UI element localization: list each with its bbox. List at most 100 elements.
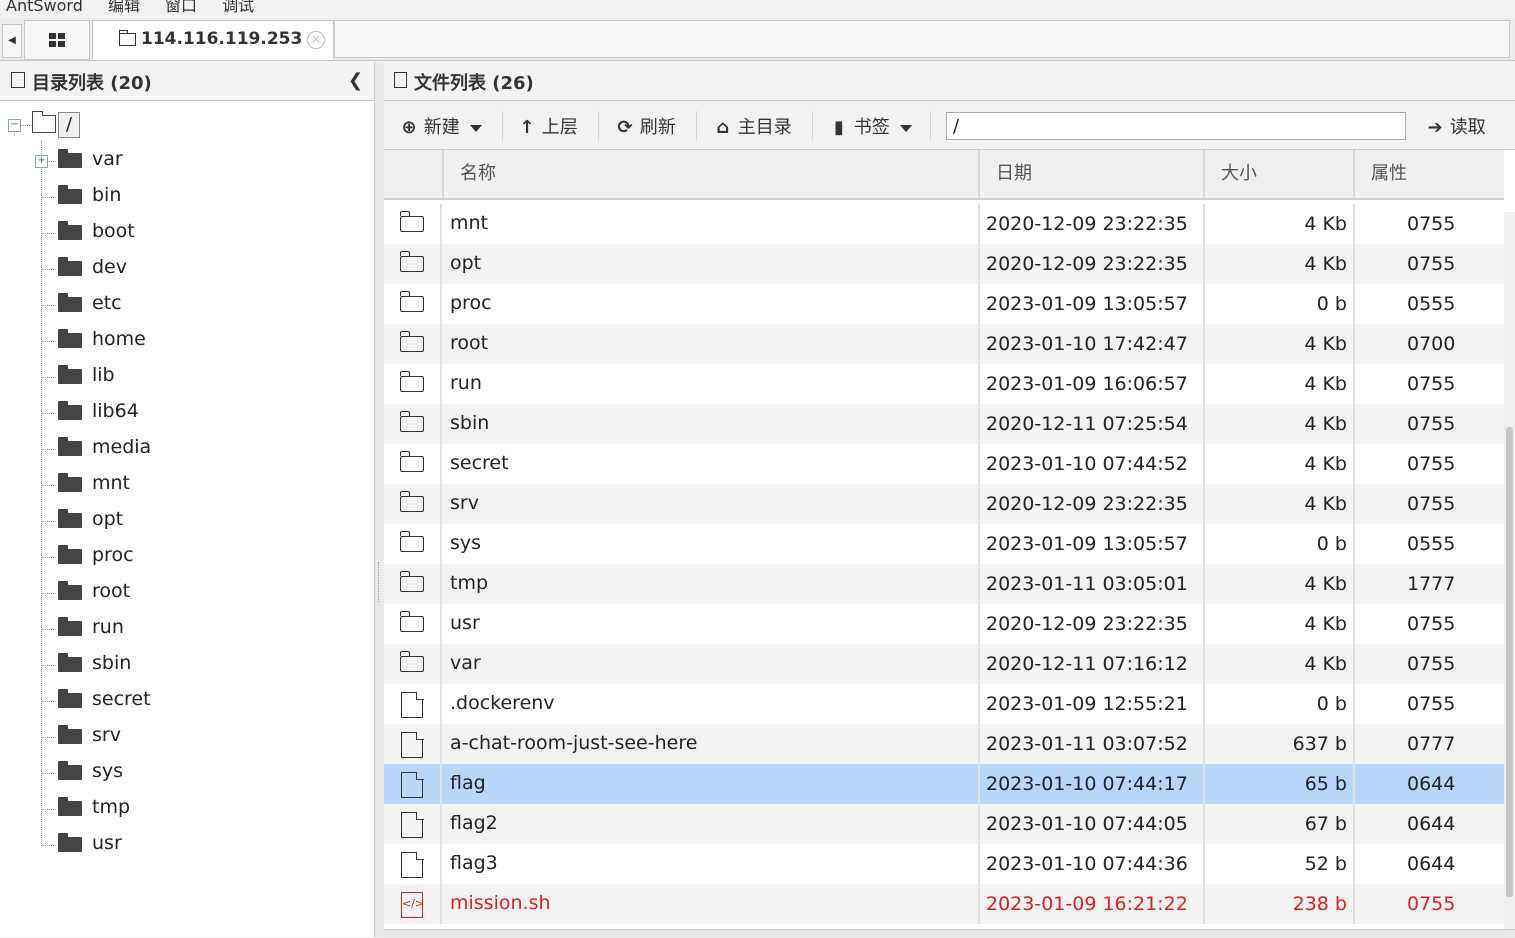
folder-icon xyxy=(58,185,82,204)
collapse-panel-icon[interactable]: ❮ xyxy=(348,70,363,91)
bookmark-button[interactable]: ▮ 书签 xyxy=(830,113,912,139)
folder-icon xyxy=(58,473,82,492)
tree-item-label: sbin xyxy=(92,652,132,674)
menu-item-debug[interactable]: 调试 xyxy=(222,0,254,16)
folder-icon xyxy=(399,331,424,352)
file-date: 2020-12-09 23:22:35 xyxy=(978,244,1203,284)
file-size: 4 Kb xyxy=(1203,324,1353,364)
file-date: 2023-01-09 13:05:57 xyxy=(978,524,1203,564)
file-attr: 0755 xyxy=(1353,604,1504,644)
file-name: mnt xyxy=(450,212,488,234)
file-name: proc xyxy=(450,292,492,314)
tree-item-label: media xyxy=(92,436,152,458)
file-row[interactable]: .dockerenv 2023-01-09 12:55:21 0 b 0755 xyxy=(384,684,1504,724)
file-panel-title: 文件列表 (26) xyxy=(414,73,534,94)
file-date: 2023-01-11 03:05:01 xyxy=(978,564,1203,604)
file-attr: 0755 xyxy=(1353,644,1504,684)
file-name: var xyxy=(450,652,481,674)
file-date: 2023-01-09 16:06:57 xyxy=(978,364,1203,404)
panel-splitter[interactable] xyxy=(375,62,384,937)
folder-icon xyxy=(58,509,82,528)
chevron-down-icon xyxy=(469,124,482,132)
arrow-up-icon: ↑ xyxy=(519,117,535,138)
file-size: 0 b xyxy=(1203,684,1353,724)
column-size[interactable]: 大小 xyxy=(1203,150,1353,198)
file-name: flag2 xyxy=(450,812,498,834)
folder-icon xyxy=(399,211,424,232)
scrollbar[interactable] xyxy=(1504,212,1515,937)
folder-icon xyxy=(399,411,424,432)
tree-item-label: root xyxy=(92,580,131,602)
file-icon xyxy=(401,771,424,798)
code-file-icon: </> xyxy=(401,892,424,918)
file-attr: 0755 xyxy=(1353,484,1504,524)
up-button[interactable]: ↑ 上层 xyxy=(518,113,577,139)
file-row[interactable]: srv 2020-12-09 23:22:35 4 Kb 0755 xyxy=(384,484,1504,524)
folder-icon xyxy=(58,545,82,564)
tab-scroll-left-button[interactable]: ◀ xyxy=(2,24,22,58)
file-name: mission.sh xyxy=(450,892,551,914)
file-date: 2023-01-10 07:44:17 xyxy=(978,764,1203,804)
file-row[interactable]: </> mission.sh 2023-01-09 16:21:22 238 b 075… xyxy=(384,884,1504,924)
file-row[interactable]: usr 2020-12-09 23:22:35 4 Kb 0755 xyxy=(384,604,1504,644)
file-row[interactable]: a-chat-room-just-see-here 2023-01-11 03:0… xyxy=(384,724,1504,764)
file-size: 4 Kb xyxy=(1203,644,1353,684)
tab-home[interactable] xyxy=(24,20,90,60)
tree-expand-toggle[interactable]: + xyxy=(35,155,48,168)
file-attr: 0755 xyxy=(1353,684,1504,724)
file-row[interactable]: opt 2020-12-09 23:22:35 4 Kb 0755 xyxy=(384,244,1504,284)
tree-item-label: var xyxy=(92,148,123,170)
tree-item-label: boot xyxy=(92,220,135,242)
file-icon xyxy=(401,851,424,878)
file-date: 2023-01-09 13:05:57 xyxy=(978,284,1203,324)
file-attr: 0755 xyxy=(1353,404,1504,444)
file-row[interactable]: sbin 2020-12-11 07:25:54 4 Kb 0755 xyxy=(384,404,1504,444)
column-name[interactable]: 名称 xyxy=(442,150,978,198)
file-row[interactable]: sys 2023-01-09 13:05:57 0 b 0555 xyxy=(384,524,1504,564)
new-button[interactable]: ⊕ 新建 xyxy=(400,113,482,139)
tree-item-label: mnt xyxy=(92,472,130,494)
file-name: root xyxy=(450,332,489,354)
folder-icon xyxy=(58,761,82,780)
file-date: 2023-01-11 03:07:52 xyxy=(978,724,1203,764)
file-row[interactable]: var 2020-12-11 07:16:12 4 Kb 0755 xyxy=(384,644,1504,684)
tree-item-label: home xyxy=(92,328,146,350)
folder-icon xyxy=(399,291,424,312)
tree-item-label: lib xyxy=(92,364,115,386)
file-date: 2020-12-09 23:22:35 xyxy=(978,204,1203,244)
path-input[interactable]: / xyxy=(946,112,1406,140)
file-row[interactable]: flag 2023-01-10 07:44:17 65 b 0644 xyxy=(384,764,1504,804)
file-date: 2020-12-11 07:16:12 xyxy=(978,644,1203,684)
read-button[interactable]: ➔ 读取 xyxy=(1426,113,1485,139)
file-size: 65 b xyxy=(1203,764,1353,804)
file-row[interactable]: run 2023-01-09 16:06:57 4 Kb 0755 xyxy=(384,364,1504,404)
file-row[interactable]: mnt 2020-12-09 23:22:35 4 Kb 0755 xyxy=(384,204,1504,244)
close-tab-icon[interactable]: × xyxy=(307,31,325,49)
file-row[interactable]: flag2 2023-01-10 07:44:05 67 b 0644 xyxy=(384,804,1504,844)
file-row[interactable]: proc 2023-01-09 13:05:57 0 b 0555 xyxy=(384,284,1504,324)
file-attr: 0555 xyxy=(1353,284,1504,324)
tree-root[interactable]: / xyxy=(58,112,80,138)
tab-host[interactable]: 114.116.119.253 × xyxy=(92,20,334,60)
file-row[interactable]: secret 2023-01-10 07:44:52 4 Kb 0755 xyxy=(384,444,1504,484)
tree-item-label: sys xyxy=(92,760,124,782)
column-date[interactable]: 日期 xyxy=(978,150,1203,198)
file-date: 2023-01-09 16:21:22 xyxy=(978,884,1203,924)
scrollbar-thumb[interactable] xyxy=(1506,427,1513,897)
file-panel-header: 文件列表 (26) xyxy=(384,62,1515,101)
menu-item-app[interactable]: AntSword xyxy=(6,0,83,15)
column-attr[interactable]: 属性 xyxy=(1353,150,1504,198)
file-size: 4 Kb xyxy=(1203,564,1353,604)
file-row[interactable]: flag3 2023-01-10 07:44:36 52 b 0644 xyxy=(384,844,1504,884)
menu-item-edit[interactable]: 编辑 xyxy=(108,0,140,16)
folder-icon xyxy=(399,611,424,632)
file-name: a-chat-room-just-see-here xyxy=(450,732,698,754)
menu-item-window[interactable]: 窗口 xyxy=(165,0,197,16)
file-row[interactable]: tmp 2023-01-11 03:05:01 4 Kb 1777 xyxy=(384,564,1504,604)
file-attr: 0755 xyxy=(1353,244,1504,284)
file-row[interactable]: root 2023-01-10 17:42:47 4 Kb 0700 xyxy=(384,324,1504,364)
home-dir-button[interactable]: ⌂ 主目录 xyxy=(714,113,792,139)
file-size: 4 Kb xyxy=(1203,204,1353,244)
refresh-button[interactable]: ⟳ 刷新 xyxy=(616,113,675,139)
folder-icon xyxy=(119,30,136,46)
